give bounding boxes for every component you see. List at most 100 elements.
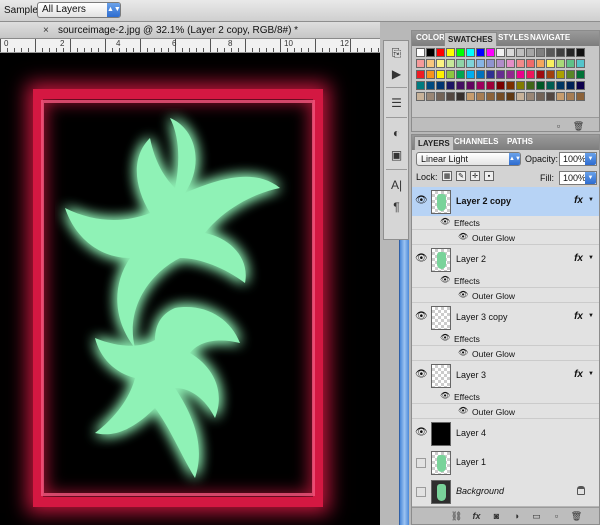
color-swatch[interactable] — [536, 59, 545, 68]
color-swatch[interactable] — [426, 48, 435, 57]
add-style-icon[interactable]: fx — [470, 510, 483, 522]
new-group-icon[interactable]: ▭ — [530, 510, 543, 522]
color-swatch[interactable] — [526, 59, 535, 68]
color-swatch[interactable] — [566, 48, 575, 57]
add-mask-icon[interactable]: ◙ — [490, 510, 503, 522]
color-swatch[interactable] — [476, 70, 485, 79]
layer-row[interactable]: 👁 Layer 2 copy fx ▼ — [412, 187, 599, 217]
color-swatch[interactable] — [456, 81, 465, 90]
color-swatch[interactable] — [536, 92, 545, 101]
color-swatch[interactable] — [476, 48, 485, 57]
layer-row[interactable]: Layer 1 — [412, 448, 599, 478]
tab-color[interactable]: COLOR — [416, 33, 445, 42]
eye-icon[interactable]: 👁 — [458, 406, 468, 415]
color-swatch[interactable] — [506, 48, 515, 57]
link-layers-icon[interactable]: ⛓ — [450, 510, 463, 522]
layer-row[interactable]: Background — [412, 477, 599, 507]
expand-effects-icon[interactable]: ▼ — [588, 255, 594, 261]
actions-icon[interactable]: ▶ — [388, 66, 405, 83]
outer-glow-row[interactable]: 👁 Outer Glow — [412, 404, 599, 419]
color-swatch[interactable] — [446, 59, 455, 68]
color-swatch[interactable] — [486, 70, 495, 79]
eye-icon[interactable]: 👁 — [440, 333, 450, 342]
color-swatch[interactable] — [496, 70, 505, 79]
layer-row[interactable]: 👁 Layer 3 copy fx ▼ — [412, 303, 599, 333]
trash-icon[interactable]: 🗑 — [572, 120, 585, 132]
color-swatch[interactable] — [426, 81, 435, 90]
tab-channels[interactable]: CHANNELS — [454, 137, 498, 146]
color-swatch[interactable] — [546, 59, 555, 68]
color-swatch[interactable] — [436, 92, 445, 101]
fx-icon[interactable]: fx — [574, 253, 583, 264]
color-swatch[interactable] — [566, 70, 575, 79]
color-swatch[interactable] — [516, 59, 525, 68]
new-swatch-icon[interactable]: ▫ — [552, 120, 565, 132]
color-swatch[interactable] — [476, 59, 485, 68]
color-swatch[interactable] — [466, 70, 475, 79]
outer-glow-row[interactable]: 👁 Outer Glow — [412, 288, 599, 303]
color-swatch[interactable] — [516, 70, 525, 79]
expand-effects-icon[interactable]: ▼ — [588, 197, 594, 203]
eye-icon[interactable]: 👁 — [440, 275, 450, 284]
masks-icon[interactable]: ▣ — [388, 147, 405, 164]
layer-row[interactable]: 👁 Layer 4 — [412, 419, 599, 449]
eye-icon[interactable]: 👁 — [415, 311, 428, 323]
trash-icon[interactable]: 🗑 — [570, 510, 583, 522]
visibility-toggle[interactable] — [416, 487, 426, 497]
color-swatch[interactable] — [496, 59, 505, 68]
color-swatch[interactable] — [426, 92, 435, 101]
color-swatch[interactable] — [556, 92, 565, 101]
color-swatch[interactable] — [576, 92, 585, 101]
document-tab[interactable]: × sourceimage-2.jpg @ 32.1% (Layer 2 cop… — [0, 22, 380, 39]
fx-icon[interactable]: fx — [574, 369, 583, 380]
adjustments-icon[interactable]: ◐ — [388, 125, 405, 142]
color-swatch[interactable] — [496, 48, 505, 57]
color-swatch[interactable] — [556, 81, 565, 90]
color-swatch[interactable] — [466, 48, 475, 57]
color-swatch[interactable] — [436, 81, 445, 90]
color-swatch[interactable] — [416, 92, 425, 101]
color-swatch[interactable] — [566, 92, 575, 101]
eye-icon[interactable]: 👁 — [440, 391, 450, 400]
color-swatch[interactable] — [526, 48, 535, 57]
color-swatch[interactable] — [526, 81, 535, 90]
color-swatch[interactable] — [436, 59, 445, 68]
eye-icon[interactable]: 👁 — [415, 253, 428, 265]
paragraph-icon[interactable]: ¶ — [388, 199, 405, 216]
effects-row[interactable]: 👁 Effects — [412, 274, 599, 288]
color-swatch[interactable] — [486, 48, 495, 57]
new-layer-icon[interactable]: ▫ — [550, 510, 563, 522]
tab-layers[interactable]: LAYERS — [414, 136, 454, 150]
color-swatch[interactable] — [476, 81, 485, 90]
color-swatch[interactable] — [436, 70, 445, 79]
sample-dropdown[interactable]: All Layers ▲▼ — [37, 2, 121, 18]
tab-navigator[interactable]: NAVIGATE — [530, 33, 570, 42]
blend-mode-dropdown[interactable]: Linear Light ▲▼ — [416, 152, 521, 166]
tab-styles[interactable]: STYLES — [498, 33, 529, 42]
eye-icon[interactable]: 👁 — [415, 195, 428, 207]
effects-row[interactable]: 👁 Effects — [412, 332, 599, 346]
color-swatch[interactable] — [536, 70, 545, 79]
color-swatch[interactable] — [426, 70, 435, 79]
effects-row[interactable]: 👁 Effects — [412, 390, 599, 404]
lock-position-icon[interactable]: ✛ — [470, 171, 480, 181]
color-swatch[interactable] — [556, 48, 565, 57]
color-swatch[interactable] — [446, 48, 455, 57]
outer-glow-row[interactable]: 👁 Outer Glow — [412, 346, 599, 361]
color-swatch[interactable] — [416, 81, 425, 90]
color-swatch[interactable] — [506, 59, 515, 68]
character-icon[interactable]: A| — [388, 177, 405, 194]
color-swatch[interactable] — [576, 48, 585, 57]
color-swatch[interactable] — [446, 70, 455, 79]
color-swatch[interactable] — [516, 92, 525, 101]
color-swatch[interactable] — [566, 81, 575, 90]
color-swatch[interactable] — [506, 70, 515, 79]
lock-transparent-icon[interactable]: ▦ — [442, 171, 452, 181]
layer-row[interactable]: 👁 Layer 2 fx ▼ — [412, 245, 599, 275]
color-swatch[interactable] — [456, 59, 465, 68]
color-swatch[interactable] — [446, 92, 455, 101]
eye-icon[interactable]: 👁 — [415, 369, 428, 381]
color-swatch[interactable] — [436, 48, 445, 57]
layer-row[interactable]: 👁 Layer 3 fx ▼ — [412, 361, 599, 391]
color-swatch[interactable] — [536, 48, 545, 57]
